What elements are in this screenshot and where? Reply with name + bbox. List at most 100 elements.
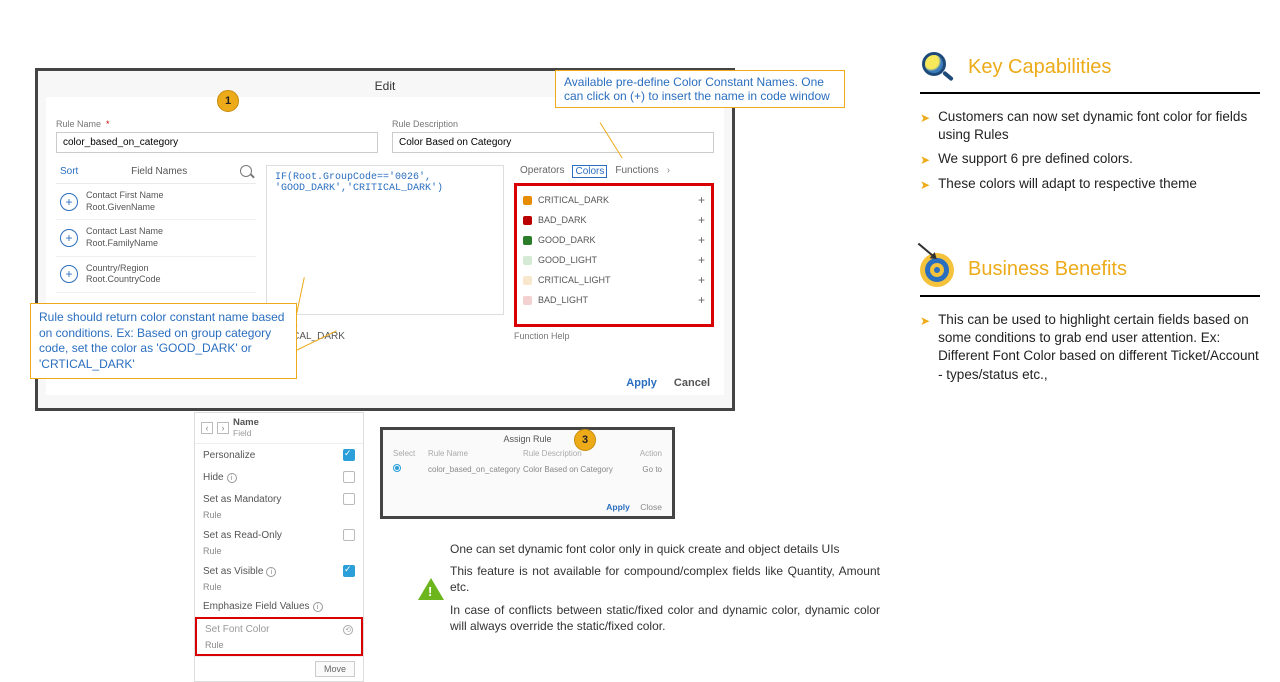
swatch-icon <box>523 276 532 285</box>
prop-readonly: Set as Read-Only <box>203 530 282 541</box>
apply-button[interactable]: Apply <box>606 502 630 512</box>
tab-colors[interactable]: Colors <box>572 165 607 178</box>
rule-desc-input[interactable] <box>392 132 714 153</box>
swatch-icon <box>523 296 532 305</box>
returns-label: Returns <box>266 319 504 329</box>
color-constant-item[interactable]: GOOD_LIGHT+ <box>521 250 707 270</box>
assign-rule-modal: Assign Rule Select Rule Name Rule Descri… <box>380 427 675 519</box>
section-title: Key Capabilities <box>968 56 1111 79</box>
capability-item: These colors will adapt to respective th… <box>938 175 1197 193</box>
panel-title: Name <box>233 417 259 428</box>
plus-icon[interactable]: + <box>60 265 78 283</box>
insert-color-button[interactable]: + <box>698 273 705 287</box>
checkbox[interactable] <box>343 471 355 483</box>
field-item[interactable]: + Contact Last NameRoot.FamilyName <box>56 220 256 256</box>
col-rule-name: Rule Name <box>428 449 523 458</box>
prop-emphasize: Emphasize Field Values <box>203 601 310 612</box>
note-line: In case of conflicts between static/fixe… <box>450 602 880 634</box>
note-line: This feature is not available for compou… <box>450 563 880 595</box>
field-properties-panel: ‹ › NameField Personalize Hidei Set as M… <box>194 412 364 682</box>
checkbox[interactable] <box>343 449 355 461</box>
panel-subtitle: Field <box>233 428 251 438</box>
col-select: Select <box>393 449 428 458</box>
tab-functions[interactable]: Functions <box>615 165 658 178</box>
step-badge-1: 1 <box>217 90 239 112</box>
rule-link[interactable]: Rule <box>195 546 363 560</box>
color-constant-item[interactable]: BAD_LIGHT+ <box>521 290 707 310</box>
color-constant-item[interactable]: GOOD_DARK+ <box>521 230 707 250</box>
chevron-right-icon[interactable]: › <box>667 165 670 178</box>
insert-color-button[interactable]: + <box>698 293 705 307</box>
move-button[interactable]: Move <box>315 661 355 677</box>
benefit-list: ➤This can be used to highlight certain f… <box>920 311 1260 384</box>
capability-item: Customers can now set dynamic font color… <box>938 108 1260 144</box>
info-icon[interactable]: i <box>227 473 237 483</box>
callout-rule-return: Rule should return color constant name b… <box>30 303 297 379</box>
info-icon[interactable]: i <box>266 567 276 577</box>
warning-icon <box>418 578 444 600</box>
returns-value: CRITICAL_DARK <box>266 331 504 342</box>
target-icon <box>920 253 954 287</box>
col-rule-desc: Rule Description <box>523 449 622 458</box>
cell-rule-desc: Color Based on Category <box>523 465 622 474</box>
rule-code-editor[interactable]: IF(Root.GroupCode=='0026', 'GOOD_DARK','… <box>266 165 504 315</box>
swatch-icon <box>523 196 532 205</box>
apply-button[interactable]: Apply <box>626 377 657 389</box>
insert-color-button[interactable]: + <box>698 233 705 247</box>
rule-name-label: Rule Name * <box>56 119 378 129</box>
sort-button[interactable]: Sort <box>60 166 78 177</box>
section-title: Business Benefits <box>968 258 1127 281</box>
plus-icon[interactable]: + <box>60 193 78 211</box>
field-names-label: Field Names <box>131 166 187 177</box>
insert-color-button[interactable]: + <box>698 253 705 267</box>
tab-operators[interactable]: Operators <box>520 165 564 178</box>
prop-set-font-color: Set Font Color <box>205 624 269 635</box>
nav-prev-button[interactable]: ‹ <box>201 422 213 434</box>
insert-color-button[interactable]: + <box>698 193 705 207</box>
modal-title: Assign Rule <box>383 430 672 446</box>
close-button[interactable]: Close <box>640 502 662 512</box>
field-item[interactable]: + Country/RegionRoot.CountryCode <box>56 257 256 293</box>
note-line: One can set dynamic font color only in q… <box>450 541 880 557</box>
color-constants-list: CRITICAL_DARK+ BAD_DARK+ GOOD_DARK+ GOOD… <box>514 183 714 327</box>
color-constant-item[interactable]: BAD_DARK+ <box>521 210 707 230</box>
rule-link[interactable]: Rule <box>195 582 363 596</box>
color-constant-item[interactable]: CRITICAL_LIGHT+ <box>521 270 707 290</box>
rule-link[interactable]: Rule <box>197 640 361 654</box>
cancel-button[interactable]: Cancel <box>674 377 710 389</box>
radio-select[interactable] <box>393 464 401 472</box>
bullet-icon: ➤ <box>920 313 930 384</box>
swatch-icon <box>523 216 532 225</box>
checkbox[interactable] <box>343 529 355 541</box>
col-action: Action <box>622 449 662 458</box>
capability-list: ➤Customers can now set dynamic font colo… <box>920 108 1260 193</box>
prop-visible: Set as Visible <box>203 566 263 577</box>
color-constant-item[interactable]: CRITICAL_DARK+ <box>521 190 707 210</box>
callout-colors: Available pre-define Color Constant Name… <box>555 70 845 108</box>
section-header-capabilities: Key Capabilities <box>920 50 1260 94</box>
bullet-icon: ➤ <box>920 152 930 168</box>
rule-desc-label: Rule Description <box>392 119 714 129</box>
swatch-icon <box>523 236 532 245</box>
step-badge-3: 3 <box>574 429 596 451</box>
info-icon[interactable]: i <box>313 602 323 612</box>
prop-mandatory: Set as Mandatory <box>203 494 281 505</box>
search-icon[interactable] <box>240 165 252 177</box>
swatch-icon <box>523 256 532 265</box>
section-header-benefits: Business Benefits <box>920 253 1260 297</box>
prop-personalize: Personalize <box>203 450 255 461</box>
prop-hide: Hide <box>203 472 224 483</box>
checkbox[interactable] <box>343 565 355 577</box>
bullet-icon: ➤ <box>920 110 930 144</box>
insert-color-button[interactable]: + <box>698 213 705 227</box>
rule-link[interactable]: Rule <box>195 510 363 524</box>
nav-next-button[interactable]: › <box>217 422 229 434</box>
capability-item: We support 6 pre defined colors. <box>938 150 1133 168</box>
benefit-item: This can be used to highlight certain fi… <box>938 311 1260 384</box>
goto-link[interactable]: Go to <box>622 465 662 474</box>
rule-name-input[interactable] <box>56 132 378 153</box>
plus-icon[interactable]: + <box>60 229 78 247</box>
checkbox[interactable] <box>343 493 355 505</box>
reset-icon[interactable]: ⟲ <box>343 625 353 635</box>
field-item[interactable]: + Contact First NameRoot.GivenName <box>56 184 256 220</box>
